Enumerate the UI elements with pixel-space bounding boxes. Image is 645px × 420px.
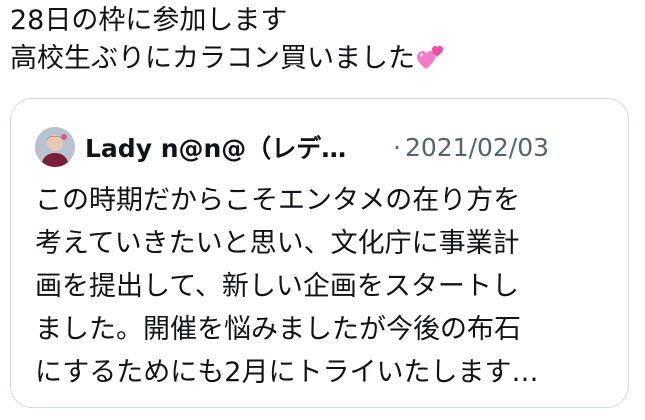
quoted-line-1: この時期だからこそエンタメの在り方を xyxy=(35,185,521,216)
quoted-line-5: にするためにも2月にトライいたします… xyxy=(35,357,539,388)
tweet-line-1: 28日の枠に参加します xyxy=(10,5,288,36)
quoted-tweet-body: この時期だからこそエンタメの在り方を 考えていきたいと思い、文化庁に事業計 画を… xyxy=(35,179,605,394)
quoted-tweet-header: Lady n@n@（レデ… · 2021/02/03 xyxy=(35,123,605,171)
tweet-line-2-text: 高校生ぶりにカラコン買いました xyxy=(10,43,415,74)
avatar[interactable] xyxy=(35,127,75,167)
tweet-text: 28日の枠に参加します 高校生ぶりにカラコン買いました xyxy=(10,2,630,78)
quoted-tweet-date[interactable]: 2021/02/03 xyxy=(405,133,549,162)
quoted-line-3: 画を提出して、新しい企画をスタートし xyxy=(35,271,519,302)
two-hearts-icon xyxy=(417,41,447,71)
quoted-line-2: 考えていきたいと思い、文化庁に事業計 xyxy=(35,228,520,259)
quoted-tweet-card[interactable]: Lady n@n@（レデ… · 2021/02/03 この時期だからこそエンタメ… xyxy=(10,98,629,408)
separator-dot: · xyxy=(393,132,401,162)
quoted-line-4: ました。開催を悩みましたが今後の布石 xyxy=(35,314,521,345)
tweet-line-2: 高校生ぶりにカラコン買いました xyxy=(10,40,630,78)
quoted-author-name[interactable]: Lady n@n@（レデ… xyxy=(85,129,385,165)
